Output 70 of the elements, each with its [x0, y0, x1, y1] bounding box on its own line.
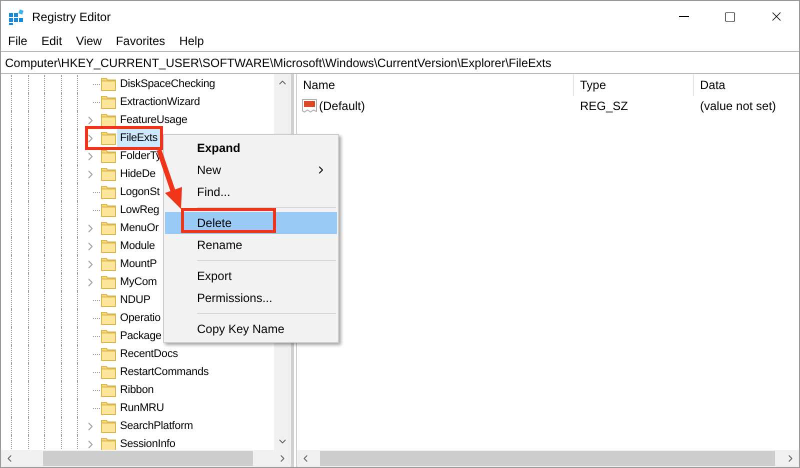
address-field[interactable]: Computer\HKEY_CURRENT_USER\SOFTWARE\Microsoft\Windows\CurrentVersion\Explorer\FileExts: [1, 51, 799, 74]
value-name: (Default): [319, 98, 366, 115]
scroll-thumb[interactable]: [320, 451, 775, 466]
folder-icon: [101, 275, 116, 289]
folder-icon: [101, 203, 116, 217]
tree-item[interactable]: LogonSt: [117, 183, 163, 201]
tree-item[interactable]: SearchPlatform: [117, 417, 196, 435]
context-menu-item[interactable]: Copy Key Name: [165, 318, 337, 340]
folder-icon: [101, 131, 116, 145]
menu-item[interactable]: View: [70, 32, 108, 51]
window-title: Registry Editor: [32, 8, 111, 26]
folder-icon: [101, 95, 116, 109]
registry-icon: [9, 8, 25, 24]
folder-icon: [101, 401, 116, 415]
folder-icon: [101, 365, 116, 379]
context-menu-item[interactable]: Expand: [165, 137, 337, 159]
column-header[interactable]: Type: [574, 74, 694, 96]
menu-item[interactable]: File: [2, 32, 34, 51]
value-data: (value not set): [699, 98, 776, 115]
folder-icon: [101, 293, 116, 307]
folder-icon: [101, 149, 116, 163]
menu-item[interactable]: Favorites: [110, 32, 172, 51]
context-menu-item[interactable]: Delete: [165, 212, 337, 234]
tree-item[interactable]: Package: [117, 327, 164, 345]
tree-item[interactable]: FileExts: [117, 129, 161, 147]
scroll-thumb[interactable]: [43, 451, 253, 466]
tree-item[interactable]: RestartCommands: [117, 363, 212, 381]
tree-item[interactable]: SessionInfo: [117, 435, 178, 450]
tree-item[interactable]: ExtractionWizard: [117, 93, 203, 111]
context-menu-item[interactable]: Rename: [165, 234, 337, 256]
tree-item[interactable]: Ribbon: [117, 381, 157, 399]
tree-item[interactable]: MyCom: [117, 273, 160, 291]
context-menu-item[interactable]: New: [165, 159, 337, 181]
folder-icon: [101, 77, 116, 91]
folder-icon: [101, 113, 116, 127]
folder-icon: [101, 419, 116, 433]
folder-icon: [101, 221, 116, 235]
horizontal-scrollbar[interactable]: [297, 450, 799, 467]
folder-icon: [101, 329, 116, 343]
folder-icon: [101, 257, 116, 271]
string-value-icon: [302, 99, 317, 113]
value-type: REG_SZ: [579, 98, 630, 115]
tree-item[interactable]: LowReg: [117, 201, 162, 219]
context-menu-item[interactable]: Export: [165, 265, 337, 287]
tree-item[interactable]: MountP: [117, 255, 160, 273]
folder-icon: [101, 239, 116, 253]
context-menu-item[interactable]: Find...: [165, 181, 337, 203]
menu-item[interactable]: Help: [173, 32, 210, 51]
tree-item[interactable]: MenuOr: [117, 219, 162, 237]
tree-item[interactable]: HideDe: [117, 165, 158, 183]
context-menu-item[interactable]: Permissions...: [165, 287, 337, 309]
tree-item[interactable]: RunMRU: [117, 399, 168, 417]
menu-item[interactable]: Edit: [35, 32, 68, 51]
folder-icon: [101, 185, 116, 199]
maximize-icon: [724, 10, 736, 22]
tree-item[interactable]: NDUP: [117, 291, 154, 309]
folder-icon: [101, 311, 116, 325]
column-header[interactable]: Name: [297, 74, 574, 96]
folder-icon: [101, 383, 116, 397]
folder-icon: [101, 167, 116, 181]
folder-icon: [101, 437, 116, 450]
tree-item[interactable]: FeatureUsage: [117, 111, 190, 129]
column-header[interactable]: Data: [694, 74, 799, 96]
tree-item[interactable]: Operatio: [117, 309, 164, 327]
folder-icon: [101, 347, 116, 361]
horizontal-scrollbar[interactable]: [1, 450, 291, 467]
minimize-icon: [679, 16, 689, 17]
tree-item[interactable]: RecentDocs: [117, 345, 181, 363]
tree-item[interactable]: Module: [117, 237, 158, 255]
tree-item[interactable]: DiskSpaceChecking: [117, 75, 218, 93]
